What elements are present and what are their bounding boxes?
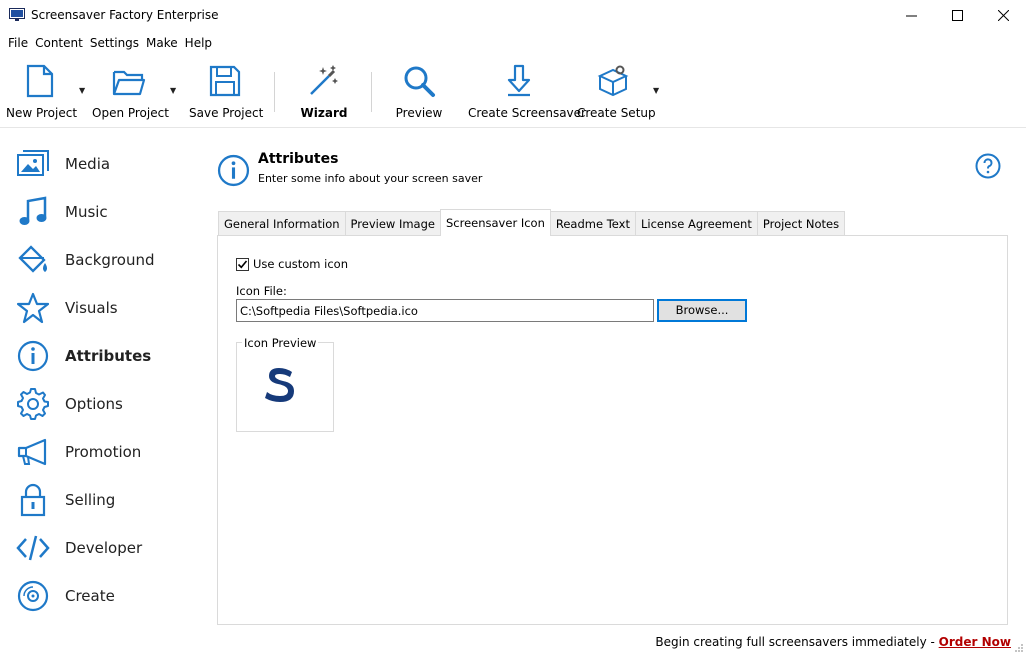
toolbar-separator xyxy=(371,72,372,112)
menu-file[interactable]: File xyxy=(8,33,28,55)
maximize-icon xyxy=(951,10,963,21)
menu-bar: File Content Settings Make Help xyxy=(0,33,1026,55)
tab-project-notes[interactable]: Project Notes xyxy=(756,211,846,236)
save-disk-icon xyxy=(209,65,241,97)
disc-icon xyxy=(16,579,50,613)
sidebar-item-background[interactable]: Background xyxy=(0,238,210,282)
tab-readme-text[interactable]: Readme Text xyxy=(549,211,636,236)
sidebar-item-attributes[interactable]: Attributes xyxy=(0,334,210,378)
new-project-button[interactable]: New Project xyxy=(6,64,78,128)
sidebar-item-options[interactable]: Options xyxy=(0,382,210,426)
new-file-icon xyxy=(26,64,54,98)
open-project-label: Open Project xyxy=(92,106,169,120)
minimize-button[interactable] xyxy=(888,0,934,31)
preview-button[interactable]: Preview xyxy=(393,64,445,128)
setup-box-icon xyxy=(597,65,629,97)
menu-make[interactable]: Make xyxy=(146,33,178,55)
megaphone-icon xyxy=(16,435,50,469)
info-icon xyxy=(217,154,250,187)
close-icon xyxy=(997,10,1009,21)
tab-panel: Use custom icon Icon File: Browse... Ico… xyxy=(217,235,1008,625)
tab-general-information[interactable]: General Information xyxy=(218,211,346,236)
gear-icon xyxy=(16,387,50,421)
star-icon xyxy=(16,291,50,325)
sidebar-item-label: Attributes xyxy=(65,347,152,365)
sidebar-item-media[interactable]: Media xyxy=(0,142,210,186)
sidebar-item-visuals[interactable]: Visuals xyxy=(0,286,210,330)
magic-wand-icon xyxy=(310,65,338,95)
info-icon xyxy=(16,339,50,373)
page-title: Attributes xyxy=(258,151,339,167)
sidebar-item-label: Background xyxy=(65,251,155,269)
sidebar-item-label: Selling xyxy=(65,491,116,509)
sidebar-item-label: Promotion xyxy=(65,443,142,461)
wizard-button[interactable]: Wizard xyxy=(298,64,350,128)
menu-help[interactable]: Help xyxy=(185,33,212,55)
code-icon xyxy=(16,531,50,565)
save-project-label: Save Project xyxy=(189,106,264,120)
toolbar: New Project ▼ Open Project ▼ Save Projec… xyxy=(0,58,1026,128)
music-note-icon xyxy=(16,195,50,229)
help-icon[interactable] xyxy=(975,153,1001,179)
create-setup-button[interactable]: Create Setup xyxy=(577,64,656,128)
new-project-dropdown-icon[interactable]: ▼ xyxy=(79,86,85,95)
tab-bar: General Information Preview Image Screen… xyxy=(218,209,846,236)
sidebar-item-selling[interactable]: Selling xyxy=(0,478,210,522)
open-project-button[interactable]: Open Project xyxy=(92,64,169,128)
tab-screensaver-icon[interactable]: Screensaver Icon xyxy=(439,209,551,236)
create-setup-label: Create Setup xyxy=(577,106,656,120)
page-subtitle: Enter some info about your screen saver xyxy=(258,172,483,185)
create-setup-dropdown-icon[interactable]: ▼ xyxy=(653,86,659,95)
lock-icon xyxy=(16,483,50,517)
image-icon xyxy=(16,147,50,181)
menu-settings[interactable]: Settings xyxy=(90,33,139,55)
app-icon xyxy=(9,8,25,21)
new-project-label: New Project xyxy=(6,106,78,120)
icon-file-input[interactable] xyxy=(236,299,654,322)
sidebar-item-label: Developer xyxy=(65,539,143,557)
magnifier-icon xyxy=(404,66,435,97)
sidebar-item-developer[interactable]: Developer xyxy=(0,526,210,570)
icon-file-label: Icon File: xyxy=(236,284,287,298)
use-custom-icon-row[interactable]: Use custom icon xyxy=(236,257,348,271)
close-button[interactable] xyxy=(980,0,1026,31)
minimize-icon xyxy=(905,15,917,17)
sidebar-item-create[interactable]: Create xyxy=(0,574,210,618)
use-custom-icon-label: Use custom icon xyxy=(253,257,348,271)
sidebar-item-label: Music xyxy=(65,203,108,221)
folder-open-icon xyxy=(112,70,146,96)
resize-grip-icon[interactable] xyxy=(1014,643,1024,653)
sidebar-item-label: Create xyxy=(65,587,115,605)
menu-content[interactable]: Content xyxy=(35,33,83,55)
open-project-dropdown-icon[interactable]: ▼ xyxy=(170,86,176,95)
window-title: Screensaver Factory Enterprise xyxy=(31,8,219,22)
tab-preview-image[interactable]: Preview Image xyxy=(344,211,441,236)
sidebar-item-label: Media xyxy=(65,155,111,173)
sidebar-item-promotion[interactable]: Promotion xyxy=(0,430,210,474)
checkmark-icon xyxy=(237,259,248,268)
preview-label: Preview xyxy=(395,106,443,120)
icon-preview-group: Icon Preview xyxy=(236,336,334,432)
sidebar-item-music[interactable]: Music xyxy=(0,190,210,234)
toolbar-separator xyxy=(274,72,275,112)
create-screensaver-button[interactable]: Create Screensaver xyxy=(468,64,586,128)
browse-button[interactable]: Browse... xyxy=(657,299,747,322)
use-custom-icon-checkbox[interactable] xyxy=(236,257,249,271)
footer-text: Begin creating full screensavers immedia… xyxy=(655,635,939,649)
create-screensaver-label: Create Screensaver xyxy=(468,106,586,120)
title-bar: Screensaver Factory Enterprise xyxy=(0,0,1026,31)
tab-license-agreement[interactable]: License Agreement xyxy=(634,211,758,236)
icon-preview-label: Icon Preview xyxy=(242,336,319,350)
paint-bucket-icon xyxy=(16,243,50,277)
order-now-link[interactable]: Order Now xyxy=(939,635,1011,649)
sidebar-item-label: Visuals xyxy=(65,299,118,317)
maximize-button[interactable] xyxy=(934,0,980,31)
sidebar-item-label: Options xyxy=(65,395,123,413)
softpedia-s-icon xyxy=(265,368,294,402)
save-project-button[interactable]: Save Project xyxy=(189,64,264,128)
wizard-label: Wizard xyxy=(300,106,348,120)
footer: Begin creating full screensavers immedia… xyxy=(655,635,1011,649)
download-arrow-icon xyxy=(507,64,531,97)
